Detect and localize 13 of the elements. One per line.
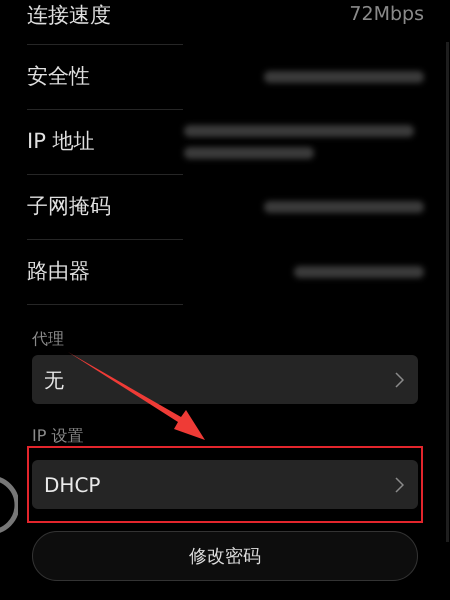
detail-value: 72Mbps (349, 2, 424, 27)
change-password-button[interactable]: 修改密码 (32, 531, 418, 581)
chevron-right-icon (395, 476, 404, 492)
section-label: IP 设置 (31, 425, 84, 447)
settings-dropdown[interactable]: DHCP (32, 460, 418, 509)
settings-dropdown[interactable]: 无 (32, 355, 418, 404)
detail-label: 安全性 (27, 63, 90, 90)
detail-label: 子网掩码 (27, 193, 111, 220)
detail-label: 连接速度 (27, 2, 111, 29)
section-label: 代理 (31, 328, 65, 350)
detail-label: IP 地址 (27, 128, 95, 156)
chevron-right-icon (395, 372, 404, 388)
detail-label: 路由器 (27, 258, 90, 286)
